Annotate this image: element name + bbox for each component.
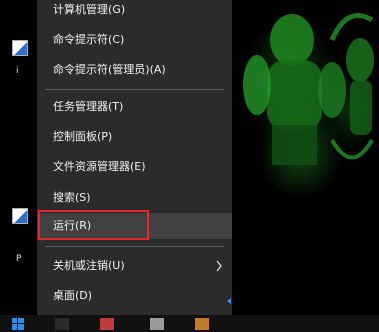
menu-item-command-prompt-admin[interactable]: 命令提示符(管理员)(A) [37,57,232,83]
taskbar-app-icon[interactable] [100,318,114,330]
windows-start-icon[interactable] [12,318,24,330]
chevron-right-icon [216,260,222,272]
menu-item-label: 控制面板(P) [53,130,113,143]
taskbar-app-icon[interactable] [150,318,164,330]
taskbar [0,315,379,332]
collapse-arrow-icon [227,298,231,304]
menu-item-search[interactable]: 搜索(S) [37,185,232,211]
menu-item-desktop[interactable]: 桌面(D) [37,283,232,309]
desktop-shortcut-label: i [16,66,19,76]
menu-separator [45,89,224,90]
menu-item-computer-management[interactable]: 计算机管理(G) [37,0,232,23]
wallpaper-figure-art [243,13,374,165]
menu-item-shutdown-signout[interactable]: 关机或注销(U) [37,253,232,279]
desktop-shortcut-icon[interactable] [12,208,28,224]
desktop-shortcut-label: P [16,254,22,264]
menu-separator [45,246,224,247]
menu-item-control-panel[interactable]: 控制面板(P) [37,124,232,150]
menu-item-label: 关机或注销(U) [53,259,125,272]
menu-item-label: 文件资源管理器(E) [53,160,146,173]
menu-item-label: 搜索(S) [53,191,91,204]
menu-item-file-explorer[interactable]: 文件资源管理器(E) [37,154,232,180]
annotation-highlight-box [38,210,149,240]
menu-item-label: 命令提示符(C) [53,33,125,46]
desktop-shortcut-icon[interactable] [12,40,28,56]
taskbar-app-icon[interactable] [195,318,209,330]
menu-item-label: 桌面(D) [53,289,93,302]
menu-item-label: 计算机管理(G) [53,3,126,16]
winx-context-menu: 计算机管理(G) 命令提示符(C) 命令提示符(管理员)(A) 任务管理器(T)… [37,0,232,315]
taskbar-app-icon[interactable] [55,318,69,330]
menu-item-command-prompt[interactable]: 命令提示符(C) [37,27,232,53]
menu-item-label: 命令提示符(管理员)(A) [53,63,166,76]
menu-item-task-manager[interactable]: 任务管理器(T) [37,94,232,120]
menu-item-label: 任务管理器(T) [53,100,124,113]
